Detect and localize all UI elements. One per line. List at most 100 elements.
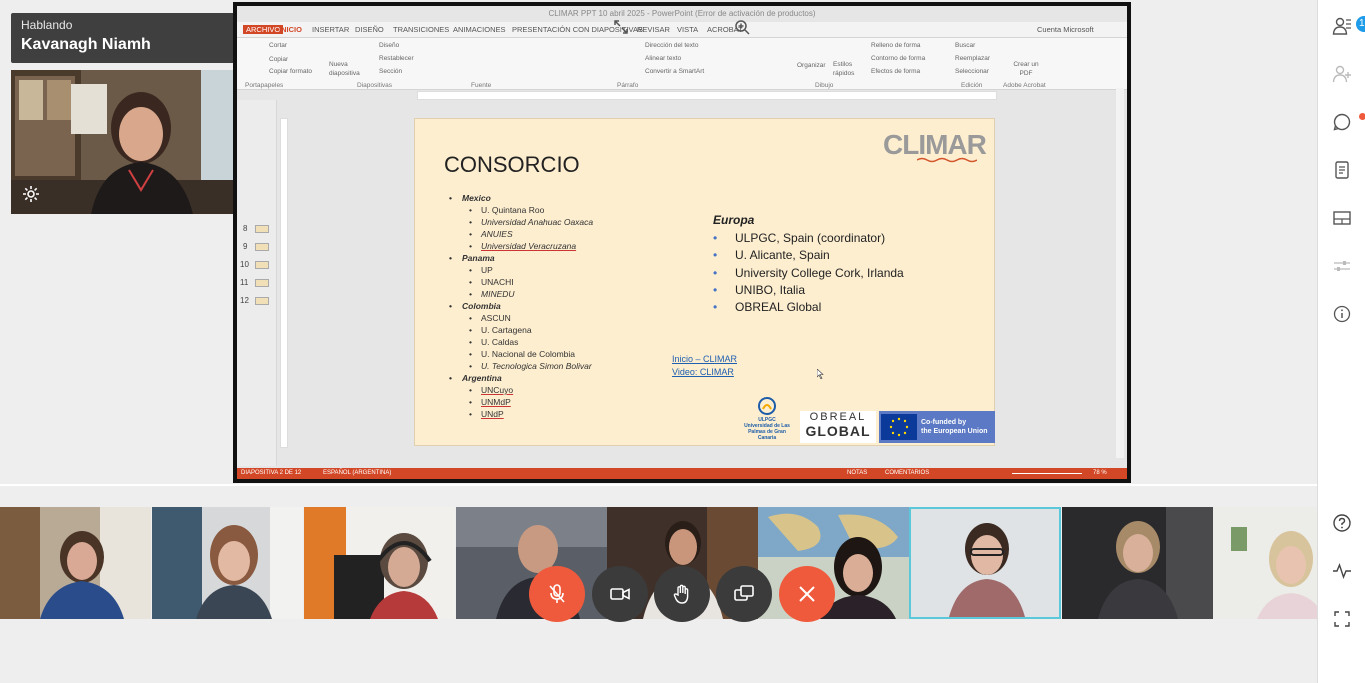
tab-animaciones[interactable]: ANIMACIONES [453,25,506,34]
country-label: Mexico [449,193,593,205]
thumb-number[interactable]: 8 [243,224,247,233]
layout-button[interactable] [1330,206,1354,230]
comments-button[interactable]: COMENTARIOS [885,468,929,479]
speaking-status: Hablando [21,18,73,32]
obreal-word: OBREAL [809,411,867,423]
ribbon-estilos[interactable]: Estilos rápidos [833,60,861,78]
participant-tile[interactable] [0,507,151,619]
institution-item: MINEDU [449,289,593,301]
link-video-climar[interactable]: Video: CLIMAR [672,367,734,377]
institution-name: UNMdP [481,397,511,407]
participant-tile-active[interactable] [909,507,1061,619]
participant-tile[interactable] [1213,507,1317,619]
gear-icon[interactable] [21,184,41,204]
group-edicion: Edición [961,82,983,89]
institution-item: U. Quintana Roo [449,205,593,217]
tab-inicio[interactable]: INICIO [279,25,302,34]
ribbon-seleccionar[interactable]: Seleccionar [955,68,989,75]
raise-hand-button[interactable] [654,566,710,622]
participant-tile[interactable] [1062,507,1213,619]
slide-thumbnail[interactable] [255,297,269,305]
slide-thumbnail[interactable] [255,243,269,251]
europa-item: University College Cork, Irlanda [713,266,904,280]
ribbon-reemplazar[interactable]: Reemplazar [955,55,990,62]
ribbon-organizar[interactable]: Organizar [797,62,826,69]
ppt-status-bar: DIAPOSITIVA 2 DE 12 ESPAÑOL (ARGENTINA) … [237,468,1127,479]
info-icon [1333,305,1351,323]
notes-button[interactable]: NOTAS [847,468,867,479]
active-speaker-banner: Hablando Kavanagh Niamh [11,13,267,63]
participant-tile[interactable] [152,507,303,619]
info-button[interactable] [1330,302,1354,326]
expand-share-icon[interactable] [613,19,629,35]
group-fuente: Fuente [471,82,492,89]
help-button[interactable] [1330,511,1354,535]
eu-text-2: the European Union [921,428,988,435]
ribbon-seccion[interactable]: Sección [379,68,402,75]
participants-icon [1332,17,1351,35]
slide-scrollbar[interactable] [1116,88,1124,458]
thumb-number[interactable]: 11 [240,278,248,287]
fullscreen-button[interactable] [1330,607,1354,631]
participants-button[interactable]: 18 [1330,14,1365,38]
ribbon-nueva-diapositiva[interactable]: Nueva diapositiva [329,60,369,78]
slide-counter: DIAPOSITIVA 2 DE 12 [241,470,302,476]
eu-cofunded-logo: Co-funded by the European Union [879,411,995,443]
zoom-slider[interactable] [1012,473,1082,474]
ribbon-cortar[interactable]: Cortar [269,42,287,49]
eu-text-1: Co-funded by [921,419,967,426]
strip-divider [0,484,1317,486]
ribbon-restablecer[interactable]: Restablecer [379,55,414,62]
ribbon-contorno[interactable]: Contorno de forma [871,55,925,62]
slide-thumbnail[interactable] [255,279,269,287]
tab-archivo[interactable]: ARCHIVO [243,25,284,34]
notes-button[interactable] [1330,158,1354,182]
institution-item: ASCUN [449,313,593,325]
activity-button[interactable] [1330,559,1354,583]
tab-vista[interactable]: VISTA [677,25,698,34]
tab-diseno[interactable]: DISEÑO [355,25,384,34]
ulpgc-name: Universidad de Las Palmas de Gran Canari… [744,423,790,441]
ribbon-relleno[interactable]: Relleno de forma [871,42,921,49]
chat-button[interactable] [1330,110,1365,134]
slide-title: CONSORCIO [444,152,580,177]
shared-screen: CLIMAR PPT 10 abril 2025 - PowerPoint (E… [233,2,1131,483]
settings-sliders-button[interactable] [1330,254,1354,278]
global-word: GLOBAL [805,423,871,439]
country-label: Panama [449,253,593,265]
thumb-number[interactable]: 10 [240,260,249,269]
ribbon-diseno[interactable]: Diseño [379,42,399,49]
slide-thumbnail[interactable] [255,225,269,233]
thumb-number[interactable]: 9 [243,242,247,251]
add-user-button[interactable] [1330,62,1354,86]
leave-call-button[interactable] [779,566,835,622]
account-label[interactable]: Cuenta Microsoft [1037,25,1094,34]
ribbon-buscar[interactable]: Buscar [955,42,975,49]
slide-thumbnail[interactable] [255,261,269,269]
institution-item: UNMdP [449,397,593,409]
tab-revisar[interactable]: REVISAR [637,25,670,34]
zoom-in-icon[interactable] [734,19,750,35]
ribbon-direccion-texto[interactable]: Dirección del texto [645,42,698,49]
share-screen-button[interactable] [716,566,772,622]
horizontal-ruler [417,91,997,100]
unread-dot [1359,113,1365,120]
participant-tile[interactable] [304,507,455,619]
link-inicio-climar[interactable]: Inicio – CLIMAR [672,354,737,364]
tab-transiciones[interactable]: TRANSICIONES [393,25,449,34]
institution-name: UNdP [481,409,504,419]
ribbon-crear-pdf[interactable]: Crear un PDF [1011,60,1041,78]
ribbon-alinear-texto[interactable]: Alinear texto [645,55,681,62]
participants-count-badge: 18 [1356,16,1365,32]
ribbon-efectos[interactable]: Efectos de forma [871,68,920,75]
chat-icon [1333,113,1351,131]
camera-button[interactable] [592,566,648,622]
europa-item: OBREAL Global [713,300,821,314]
ribbon-copiar-formato[interactable]: Copiar formato [269,68,312,75]
ribbon-copiar[interactable]: Copiar [269,56,288,63]
mute-button[interactable] [529,566,585,622]
thumb-number[interactable]: 12 [240,296,249,305]
ribbon-smartart[interactable]: Convertir a SmartArt [645,68,704,75]
tab-insertar[interactable]: INSERTAR [312,25,349,34]
eu-flag-icon [881,414,917,440]
